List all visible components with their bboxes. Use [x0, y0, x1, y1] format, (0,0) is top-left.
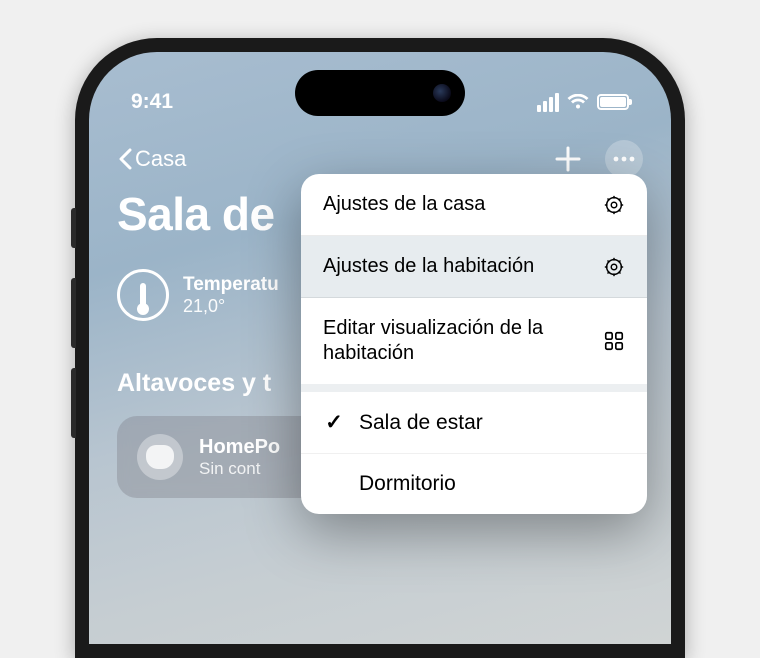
gear-icon: [603, 256, 625, 278]
nav-bar: Casa: [89, 140, 671, 178]
temperature-label: Temperatu: [183, 274, 279, 296]
back-label: Casa: [135, 146, 186, 172]
battery-icon: [597, 94, 629, 110]
menu-item-label: Ajustes de la habitación: [323, 254, 534, 279]
cellular-icon: [537, 93, 559, 112]
volume-down-button: [71, 368, 76, 438]
add-button[interactable]: [553, 144, 583, 174]
ellipsis-icon: [613, 156, 635, 162]
menu-room-label: Sala de estar: [359, 411, 483, 435]
menu-item-edit-room-view[interactable]: Editar visualización de la habitación: [301, 298, 647, 384]
tile-title: HomePo: [199, 436, 280, 459]
menu-room-dormitorio[interactable]: Dormitorio: [301, 454, 647, 514]
back-button[interactable]: Casa: [117, 146, 186, 172]
screen: 9:41 Casa Sala de: [89, 52, 671, 644]
menu-room-label: Dormitorio: [359, 472, 456, 496]
menu-item-room-settings[interactable]: Ajustes de la habitación: [301, 236, 647, 298]
menu-item-label: Editar visualización de la habitación: [323, 316, 591, 366]
volume-up-button: [71, 278, 76, 348]
phone-frame: 9:41 Casa Sala de: [75, 38, 685, 658]
status-time: 9:41: [131, 90, 173, 114]
menu-room-sala-de-estar[interactable]: ✓ Sala de estar: [301, 392, 647, 454]
camera-icon: [433, 84, 451, 102]
context-menu: Ajustes de la casa Ajustes de la habitac…: [301, 174, 647, 514]
chevron-left-icon: [117, 148, 133, 170]
menu-item-label: Ajustes de la casa: [323, 192, 485, 217]
side-button: [71, 208, 76, 248]
dynamic-island: [295, 70, 465, 116]
grid-icon: [603, 330, 625, 352]
wifi-icon: [567, 94, 589, 110]
more-button[interactable]: [605, 140, 643, 178]
tile-subtitle: Sin cont: [199, 459, 280, 479]
homepod-icon: [137, 434, 183, 480]
status-indicators: [537, 93, 629, 112]
menu-item-home-settings[interactable]: Ajustes de la casa: [301, 174, 647, 236]
thermometer-icon: [117, 269, 169, 321]
checkmark-icon: ✓: [323, 410, 345, 435]
temperature-value: 21,0°: [183, 296, 279, 317]
gear-icon: [603, 194, 625, 216]
menu-divider: [301, 384, 647, 392]
